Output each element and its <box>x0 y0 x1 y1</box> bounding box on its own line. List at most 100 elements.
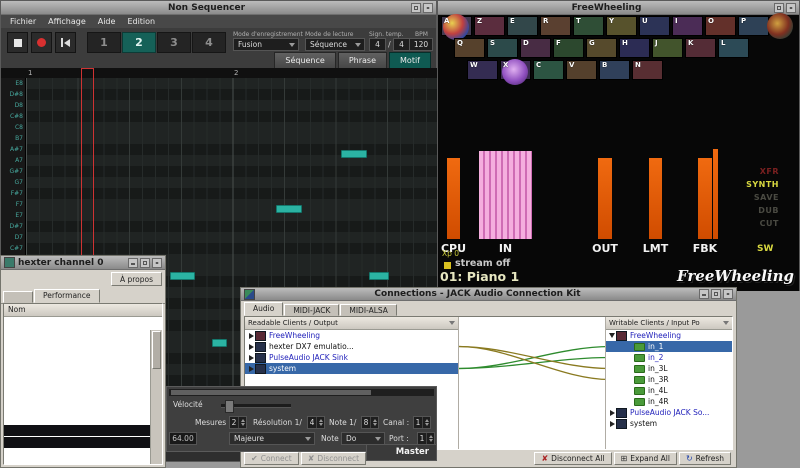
loop-key-P[interactable]: P <box>738 16 769 36</box>
about-button[interactable]: À propos <box>111 272 162 286</box>
menu-affichage[interactable]: Affichage <box>42 17 92 26</box>
patch-list-body[interactable] <box>4 317 162 464</box>
pattern-tab-3[interactable]: 3 <box>157 32 191 53</box>
refresh-button[interactable]: ↻Refresh <box>679 452 731 465</box>
spinner-arrows-icon[interactable] <box>370 417 378 428</box>
writable-item-system[interactable]: system <box>606 418 732 429</box>
loop-key-I[interactable]: I <box>672 16 703 36</box>
close-icon[interactable] <box>723 289 733 299</box>
spinner-arrows-icon[interactable] <box>238 417 246 428</box>
jack-titlebar[interactable]: Connections - JACK Audio Connection Kit <box>241 288 736 301</box>
bpm-spinner[interactable]: 120 <box>409 38 433 51</box>
menu-fichier[interactable]: Fichier <box>4 17 42 26</box>
rec-mode-select[interactable]: Fusion <box>233 38 299 51</box>
loop-key-A[interactable]: A <box>441 16 472 36</box>
readable-item-hexter-dx7-emulatio-[interactable]: hexter DX7 emulatio... <box>245 341 458 352</box>
selected-patch-row[interactable] <box>4 437 151 448</box>
midi-note[interactable] <box>369 272 389 280</box>
expander-icon[interactable] <box>247 333 255 339</box>
tab-audio[interactable]: Audio <box>244 302 283 316</box>
expander-icon[interactable] <box>247 366 255 372</box>
loop-key-R[interactable]: R <box>540 16 571 36</box>
channel-spinner[interactable]: 1 <box>413 416 431 429</box>
spinner-arrows-icon[interactable] <box>422 417 430 428</box>
readable-item-system[interactable]: system <box>245 363 458 374</box>
loop-key-Z[interactable]: Z <box>474 16 505 36</box>
writable-item-freewheeling[interactable]: FreeWheeling <box>606 330 732 341</box>
readable-item-freewheeling[interactable]: FreeWheeling <box>245 330 458 341</box>
velocity-slider-handle[interactable] <box>225 400 234 413</box>
tab-performance[interactable]: Performance <box>34 289 100 303</box>
rewind-button[interactable] <box>55 32 76 53</box>
mode-button-séquence[interactable]: Séquence <box>274 52 335 69</box>
maximize-icon[interactable] <box>711 289 721 299</box>
mode-button-motif[interactable]: Motif <box>389 52 431 69</box>
selected-patch-row[interactable] <box>4 425 151 436</box>
loop-key-B[interactable]: B <box>599 60 630 80</box>
timesig-denominator-spinner[interactable]: 4 <box>393 38 410 51</box>
scrollbar-handle[interactable] <box>171 390 371 395</box>
writable-item-in-1[interactable]: in_1 <box>606 341 732 352</box>
timesig-numerator-spinner[interactable]: 4 <box>369 38 386 51</box>
loop-key-J[interactable]: J <box>652 38 683 58</box>
close-icon[interactable] <box>152 258 162 268</box>
vertical-scrollbar[interactable] <box>150 330 162 464</box>
patch-list-header[interactable]: Nom <box>4 304 162 317</box>
writable-item-in-3l[interactable]: in_3L <box>606 363 732 374</box>
midi-note[interactable] <box>341 150 367 158</box>
midi-note[interactable] <box>212 339 227 347</box>
tab-midi-alsa[interactable]: MIDI-ALSA <box>340 304 397 316</box>
loop-key-D[interactable]: D <box>520 38 551 58</box>
pattern-tab-2[interactable]: 2 <box>122 32 156 53</box>
freewheeling-titlebar[interactable]: FreeWheeling <box>438 1 799 15</box>
loop-key-E[interactable]: E <box>507 16 538 36</box>
menu-aide[interactable]: Aide <box>92 17 122 26</box>
loop-key-N[interactable]: N <box>632 60 663 80</box>
writable-item-in-2[interactable]: in_2 <box>606 352 732 363</box>
writable-item-pulseaudio-jack-so-[interactable]: PulseAudio JACK So... <box>606 407 732 418</box>
play-mode-select[interactable]: Séquence <box>305 38 365 51</box>
tab-patches-partial[interactable] <box>3 291 33 303</box>
writable-clients-header[interactable]: Writable Clients / Input Po <box>606 317 732 330</box>
loop-key-L[interactable]: L <box>718 38 749 58</box>
loop-key-X[interactable]: X <box>500 60 531 80</box>
minimize-icon[interactable] <box>699 289 709 299</box>
loop-key-G[interactable]: G <box>586 38 617 58</box>
loop-key-F[interactable]: F <box>553 38 584 58</box>
loop-key-C[interactable]: C <box>533 60 564 80</box>
disconnect-all-button[interactable]: ✘Disconnect All <box>534 452 611 465</box>
sequencer-titlebar[interactable]: Non Sequencer <box>1 1 436 15</box>
record-button[interactable] <box>31 32 52 53</box>
loop-key-U[interactable]: U <box>639 16 670 36</box>
close-icon[interactable] <box>423 3 433 13</box>
loop-key-T[interactable]: T <box>573 16 604 36</box>
loop-key-W[interactable]: W <box>467 60 498 80</box>
loop-key-H[interactable]: H <box>619 38 650 58</box>
note-length-spinner[interactable]: 8 <box>361 416 379 429</box>
loop-key-K[interactable]: K <box>685 38 716 58</box>
menu-edition[interactable]: Edition <box>121 17 161 26</box>
measures-spinner[interactable]: 2 <box>229 416 247 429</box>
maximize-icon[interactable] <box>774 3 784 13</box>
maximize-icon[interactable] <box>140 258 150 268</box>
expander-icon[interactable] <box>608 410 616 416</box>
scale-select[interactable]: Majeure <box>229 432 315 445</box>
writable-item-in-4l[interactable]: in_4L <box>606 385 732 396</box>
maximize-icon[interactable] <box>411 3 421 13</box>
midi-note[interactable] <box>276 205 302 213</box>
expander-icon[interactable] <box>247 355 255 361</box>
close-icon[interactable] <box>786 3 796 13</box>
loop-key-S[interactable]: S <box>487 38 518 58</box>
loop-key-O[interactable]: O <box>705 16 736 36</box>
scrollbar-handle[interactable] <box>152 331 161 369</box>
stop-button[interactable] <box>7 32 28 53</box>
tab-midi-jack[interactable]: MIDI-JACK <box>284 304 339 316</box>
spinner-arrows-icon[interactable] <box>426 433 434 444</box>
pattern-tab-4[interactable]: 4 <box>192 32 226 53</box>
pattern-tab-1[interactable]: 1 <box>87 32 121 53</box>
expander-icon[interactable] <box>608 333 616 338</box>
readable-item-pulseaudio-jack-sink[interactable]: PulseAudio JACK Sink <box>245 352 458 363</box>
writable-item-in-4r[interactable]: in_4R <box>606 396 732 407</box>
spinner-arrows-icon[interactable] <box>316 417 324 428</box>
horizontal-scrollbar[interactable] <box>169 389 434 396</box>
